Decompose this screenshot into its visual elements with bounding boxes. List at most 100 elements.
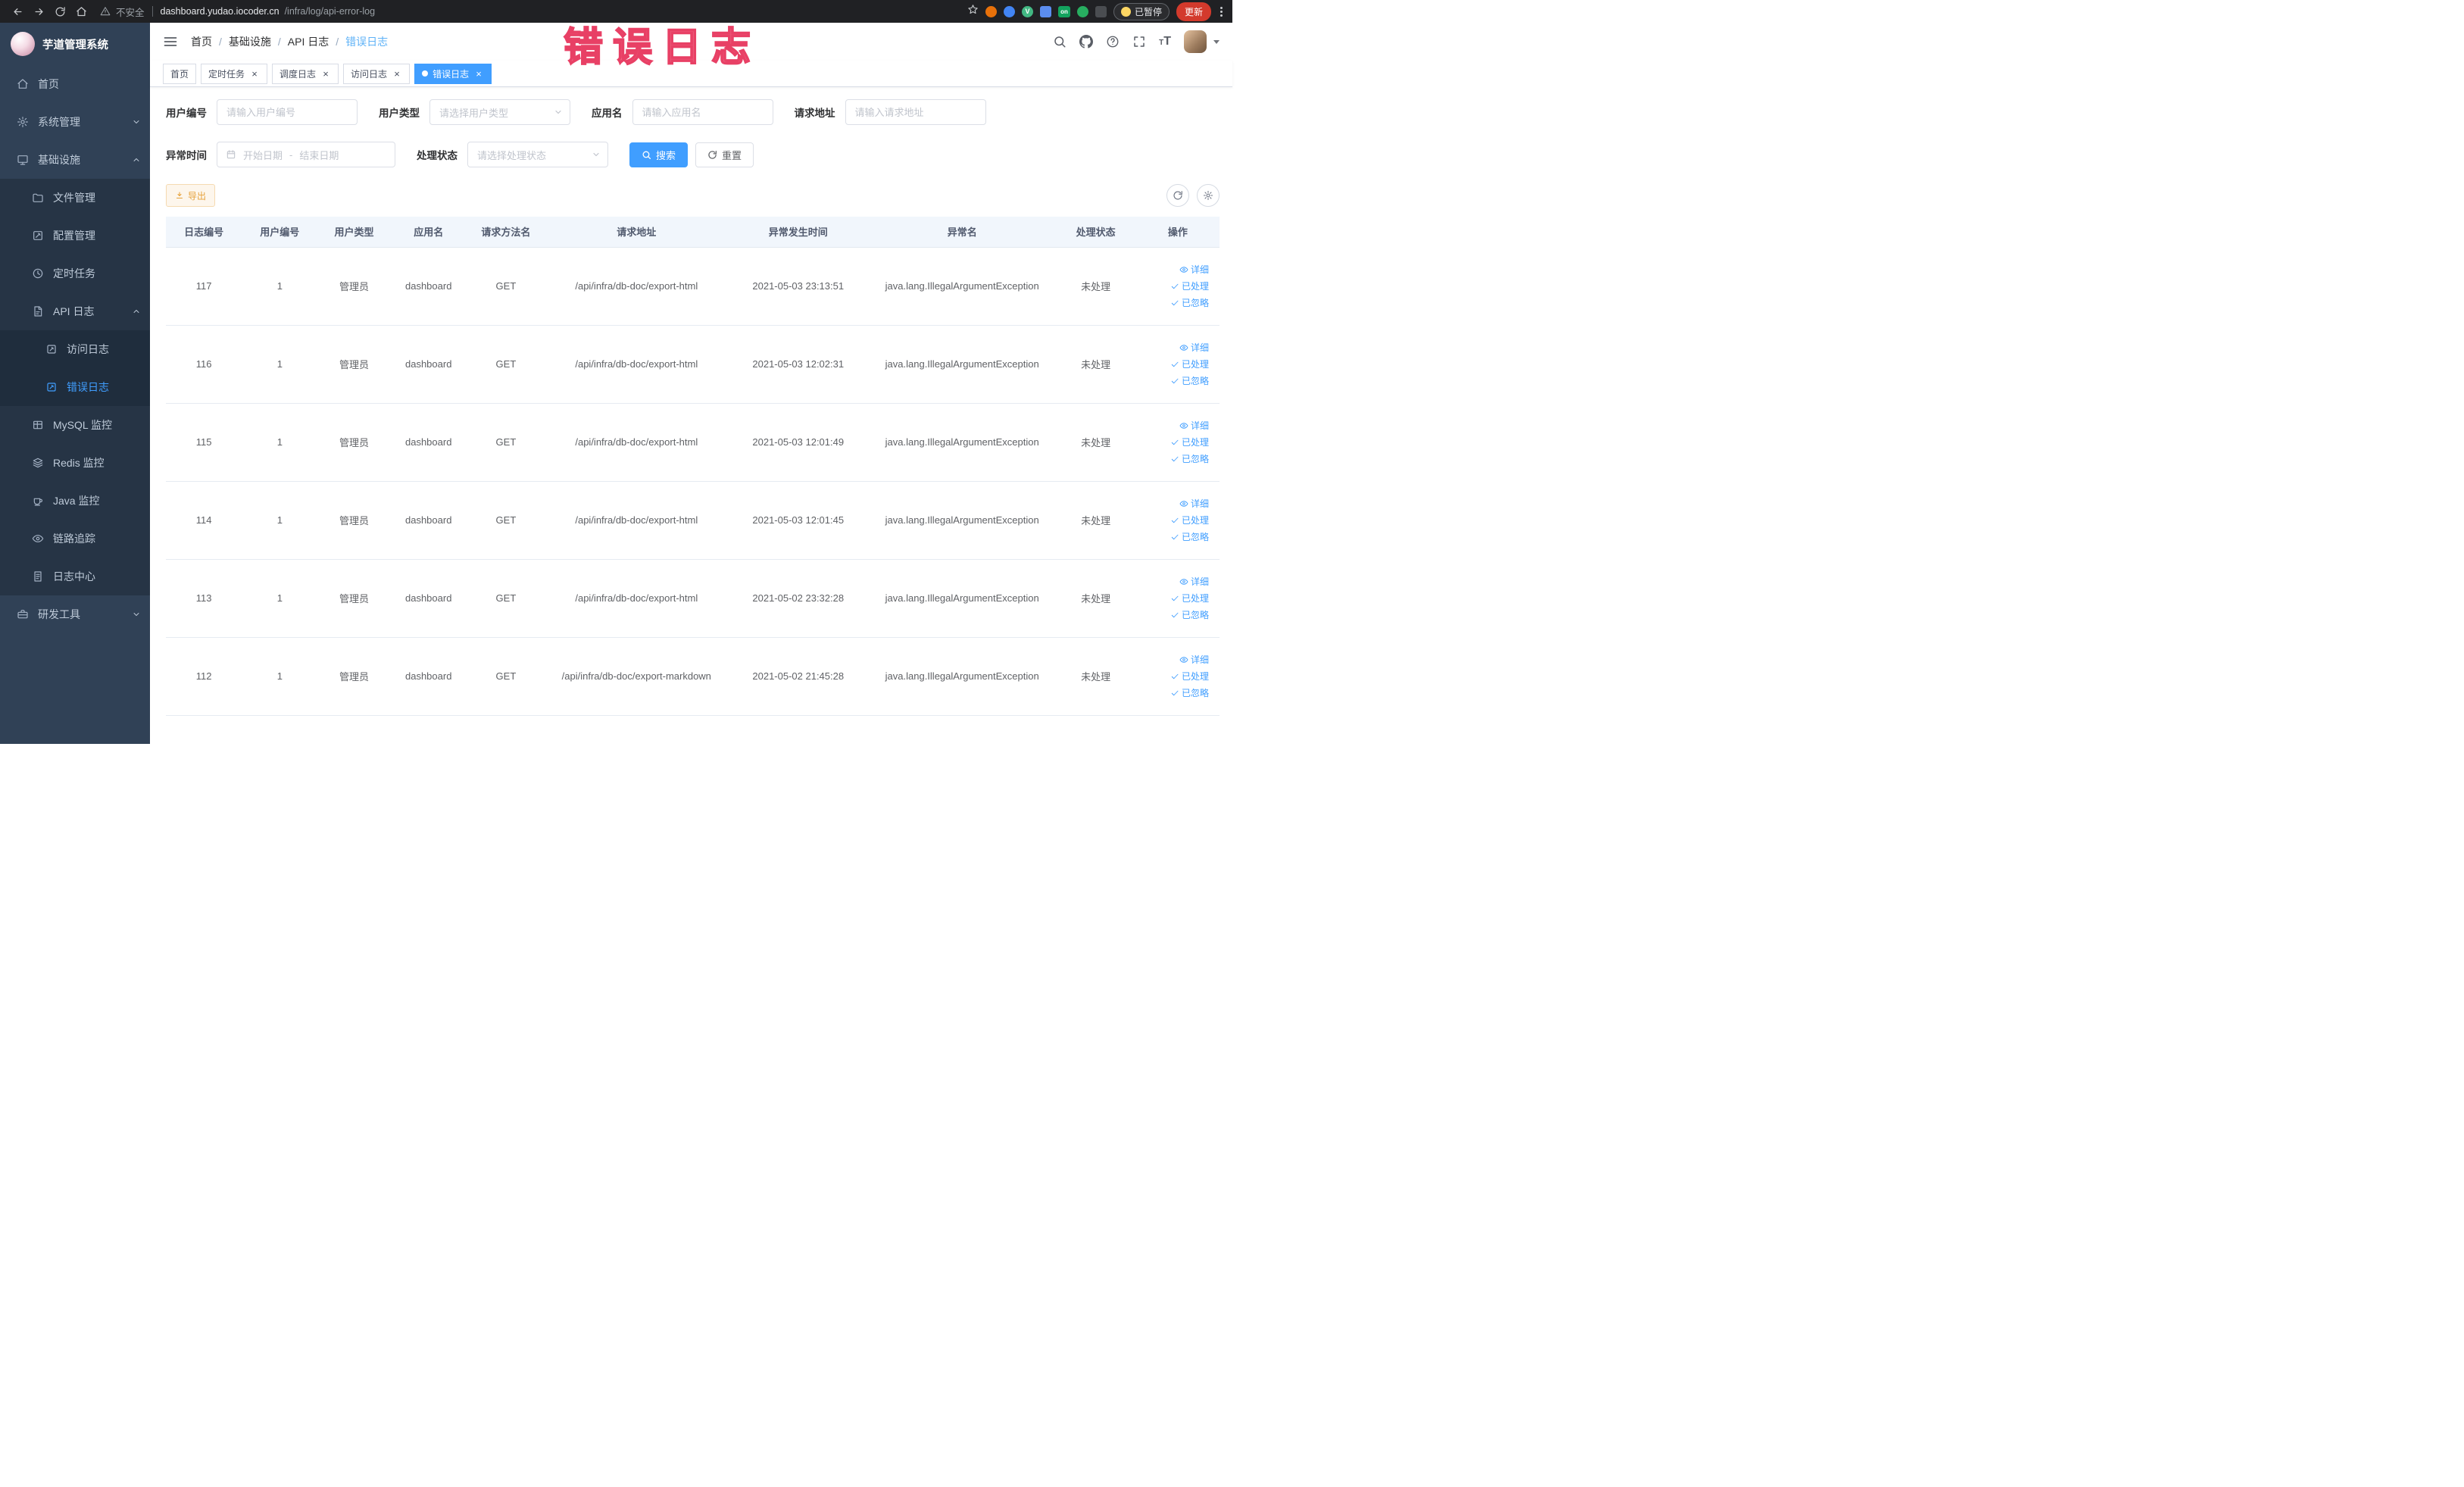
user-type-select[interactable]: 请选择用户类型 <box>429 99 570 125</box>
breadcrumb-item-2[interactable]: API 日志 <box>288 34 329 49</box>
process-status-select[interactable]: 请选择处理状态 <box>467 142 608 167</box>
tool-icon <box>17 608 29 620</box>
action-label: 已忽略 <box>1181 532 1209 542</box>
processed-link[interactable]: 已处理 <box>1170 358 1209 370</box>
user-type-placeholder: 请选择用户类型 <box>439 107 509 119</box>
breadcrumb-item-1[interactable]: 基础设施 <box>229 34 271 49</box>
exception-time-range-picker[interactable]: 开始日期 - 结束日期 <box>217 142 395 167</box>
font-size-icon[interactable]: TT <box>1159 36 1171 48</box>
search-button[interactable]: 搜索 <box>629 142 689 167</box>
extension-leaf-icon[interactable] <box>1076 5 1088 17</box>
trace-icon <box>32 533 44 545</box>
cell-url: /api/infra/db-doc/export-markdown <box>545 637 728 716</box>
tab-job-log[interactable]: 调度日志 × <box>272 63 339 84</box>
tab-close-icon[interactable]: × <box>320 68 331 79</box>
breadcrumb-item-0[interactable]: 首页 <box>191 34 212 49</box>
reset-button[interactable]: 重置 <box>695 142 754 167</box>
tab-close-icon[interactable]: × <box>392 68 402 79</box>
cell-method: GET <box>466 247 546 326</box>
search-icon[interactable] <box>1053 35 1066 48</box>
ignored-link[interactable]: 已忽略 <box>1170 608 1209 621</box>
help-question-icon[interactable] <box>1106 35 1120 48</box>
tab-close-icon[interactable]: × <box>473 68 484 79</box>
table-row: 112 1 管理员 dashboard GET/api/infra/db-doc/exp… <box>166 637 1220 716</box>
browser-menu-icon[interactable] <box>1218 6 1225 17</box>
processed-link[interactable]: 已处理 <box>1170 592 1209 604</box>
tab-job[interactable]: 定时任务 × <box>201 63 268 84</box>
detail-link[interactable]: 详细 <box>1179 419 1209 432</box>
app-logo-block[interactable]: 芋道管理系统 <box>0 23 150 65</box>
ignored-link[interactable]: 已忽略 <box>1170 686 1209 699</box>
app-logo-avatar <box>11 32 35 56</box>
sidebar-item-log-center[interactable]: 日志中心 <box>0 558 150 595</box>
on-badge-label: on <box>1060 8 1068 15</box>
sidebar-menu: 首页 系统管理基础设施文件管理 配置管理 定时任务 API 日志 访问日志 错误日志 MySQ… <box>0 65 150 633</box>
detail-link[interactable]: 详细 <box>1179 575 1209 588</box>
column-settings-button[interactable] <box>1197 184 1220 207</box>
browser-chrome: 不安全 dashboard.yudao.iocoder.cn/infra/log… <box>0 0 1232 23</box>
browser-update-button[interactable]: 更新 <box>1176 2 1211 21</box>
sidebar-item-label: 基础设施 <box>38 154 80 166</box>
ignored-link[interactable]: 已忽略 <box>1170 296 1209 309</box>
processed-link[interactable]: 已处理 <box>1170 280 1209 292</box>
cell-exception: java.lang.IllegalArgumentException <box>868 325 1056 404</box>
app-name-input[interactable] <box>632 99 773 125</box>
detail-link[interactable]: 详细 <box>1179 341 1209 354</box>
sidebar-item-system[interactable]: 系统管理 <box>0 103 150 141</box>
sidebar-item-error-log[interactable]: 错误日志 <box>0 368 150 406</box>
vue-devtools-icon[interactable]: V <box>1021 5 1033 17</box>
processed-link[interactable]: 已处理 <box>1170 436 1209 448</box>
export-button[interactable]: 导出 <box>166 184 216 207</box>
detail-link[interactable]: 详细 <box>1179 497 1209 510</box>
sidebar-item-api-log[interactable]: API 日志 <box>0 292 150 330</box>
cell-user-id: 1 <box>242 247 318 326</box>
user-id-input[interactable] <box>217 99 358 125</box>
refresh-table-button[interactable] <box>1166 184 1189 207</box>
cell-user-type: 管理员 <box>317 403 391 482</box>
browser-reload-button[interactable] <box>50 2 70 20</box>
sidebar-item-java[interactable]: Java 监控 <box>0 482 150 520</box>
cell-user-id: 1 <box>242 637 318 716</box>
sidebar-item-redis[interactable]: Redis 监控 <box>0 444 150 482</box>
processed-link[interactable]: 已处理 <box>1170 670 1209 683</box>
sidebar-item-file[interactable]: 文件管理 <box>0 179 150 217</box>
tab-home[interactable]: 首页 <box>163 63 197 84</box>
request-url-input[interactable] <box>845 99 986 125</box>
tampermonkey-paused-badge[interactable]: 已暂停 <box>1113 2 1170 20</box>
sidebar-item-home[interactable]: 首页 <box>0 65 150 103</box>
detail-link[interactable]: 详细 <box>1179 653 1209 666</box>
ignored-link[interactable]: 已忽略 <box>1170 374 1209 387</box>
address-bar[interactable]: 不安全 dashboard.yudao.iocoder.cn/infra/log… <box>100 5 966 19</box>
fullscreen-icon[interactable] <box>1132 35 1146 48</box>
user-avatar[interactable] <box>1184 30 1207 53</box>
sidebar-item-access-log[interactable]: 访问日志 <box>0 330 150 368</box>
bookmark-star-icon[interactable] <box>967 4 979 19</box>
sidebar-item-job[interactable]: 定时任务 <box>0 255 150 292</box>
browser-forward-button[interactable] <box>29 2 48 20</box>
sidebar-item-trace[interactable]: 链路追踪 <box>0 520 150 558</box>
sidebar-item-infra[interactable]: 基础设施 <box>0 141 150 179</box>
date-range-separator: - <box>289 148 293 161</box>
browser-home-button[interactable] <box>71 2 91 20</box>
github-icon[interactable] <box>1079 35 1094 48</box>
sidebar-item-dev-tools[interactable]: 研发工具 <box>0 595 150 633</box>
sidebar-item-config[interactable]: 配置管理 <box>0 217 150 255</box>
sidebar-toggle-button[interactable] <box>163 34 178 49</box>
ignored-link[interactable]: 已忽略 <box>1170 530 1209 543</box>
browser-back-button[interactable] <box>8 2 27 20</box>
sidebar-item-mysql[interactable]: MySQL 监控 <box>0 406 150 444</box>
tab-close-icon[interactable]: × <box>249 68 260 79</box>
cell-time: 2021-05-02 21:45:28 <box>727 637 869 716</box>
avatar-caret-down-icon[interactable] <box>1213 39 1220 44</box>
extension-on-badge-icon[interactable]: on <box>1057 5 1070 17</box>
extension-dark-icon[interactable] <box>1095 5 1107 17</box>
extension-orange-icon[interactable] <box>985 5 997 17</box>
extension-blue-icon[interactable] <box>1003 5 1015 17</box>
tab-access-log[interactable]: 访问日志 × <box>343 63 411 84</box>
ignored-link[interactable]: 已忽略 <box>1170 452 1209 465</box>
extensions-puzzle-icon[interactable] <box>1039 5 1051 17</box>
tab-error-log[interactable]: 错误日志 × <box>414 63 492 84</box>
processed-link[interactable]: 已处理 <box>1170 514 1209 526</box>
chevron-down-icon <box>554 108 563 117</box>
detail-link[interactable]: 详细 <box>1179 263 1209 276</box>
